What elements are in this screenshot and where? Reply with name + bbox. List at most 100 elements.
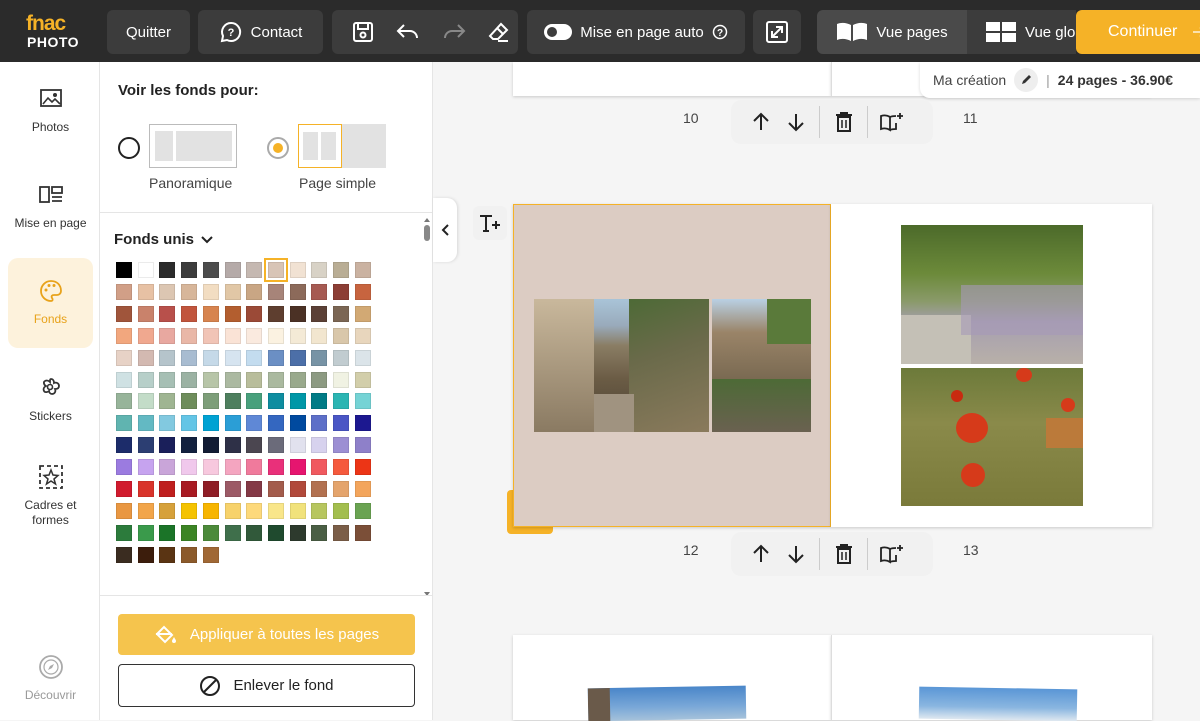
color-swatch[interactable] — [224, 459, 241, 476]
color-swatch[interactable] — [181, 437, 198, 454]
undo-icon[interactable] — [396, 23, 420, 41]
color-swatch[interactable] — [333, 415, 349, 432]
color-swatch[interactable] — [202, 283, 219, 300]
color-swatch[interactable] — [181, 349, 198, 366]
add-page-button[interactable] — [874, 532, 909, 576]
color-swatch[interactable] — [181, 327, 198, 344]
color-swatch[interactable] — [137, 415, 154, 432]
color-swatch[interactable] — [354, 327, 371, 344]
color-swatch[interactable] — [333, 283, 349, 300]
color-swatch[interactable] — [263, 258, 288, 282]
color-swatch[interactable] — [224, 415, 241, 432]
rail-item-stickers[interactable]: Stickers — [8, 375, 93, 424]
color-swatch[interactable] — [137, 524, 154, 541]
color-swatch[interactable] — [267, 502, 284, 519]
color-swatch[interactable] — [289, 349, 306, 366]
color-swatch[interactable] — [246, 371, 263, 388]
color-swatch[interactable] — [137, 437, 154, 454]
color-swatch[interactable] — [333, 459, 349, 476]
color-swatch[interactable] — [224, 349, 241, 366]
page-10[interactable] — [513, 62, 831, 96]
color-swatch[interactable] — [116, 459, 132, 476]
color-swatch[interactable] — [311, 437, 328, 454]
color-swatch[interactable] — [202, 502, 219, 519]
color-swatch[interactable] — [354, 415, 371, 432]
color-swatch[interactable] — [311, 327, 328, 344]
color-swatch[interactable] — [224, 524, 241, 541]
color-swatch[interactable] — [202, 349, 219, 366]
color-swatch[interactable] — [159, 371, 176, 388]
color-swatch[interactable] — [311, 371, 328, 388]
color-swatch[interactable] — [354, 459, 371, 476]
color-swatch[interactable] — [202, 371, 219, 388]
photo-sky-left[interactable] — [587, 685, 747, 721]
apply-all-pages-button[interactable]: Appliquer à toutes les pages — [118, 614, 415, 655]
quit-button[interactable]: Quitter — [107, 10, 190, 54]
page-12[interactable] — [513, 204, 831, 527]
color-swatch[interactable] — [289, 305, 306, 322]
color-swatch[interactable] — [224, 371, 241, 388]
color-swatch[interactable] — [137, 283, 154, 300]
color-swatch[interactable] — [333, 524, 349, 541]
color-swatch[interactable] — [159, 437, 176, 454]
color-swatch[interactable] — [116, 415, 132, 432]
color-swatch[interactable] — [137, 327, 154, 344]
color-swatch[interactable] — [181, 305, 198, 322]
single-page-thumbnail[interactable] — [298, 124, 386, 168]
color-swatch[interactable] — [267, 305, 284, 322]
color-swatch[interactable] — [267, 327, 284, 344]
color-swatch[interactable] — [246, 305, 263, 322]
fnac-photo-logo[interactable]: fnac PHOTO — [26, 13, 86, 51]
color-swatch[interactable] — [289, 327, 306, 344]
color-swatch[interactable] — [181, 481, 198, 497]
photo-lavender-hillside[interactable] — [901, 225, 1083, 364]
color-swatch[interactable] — [267, 459, 284, 476]
color-swatch[interactable] — [311, 415, 328, 432]
color-swatch[interactable] — [116, 262, 132, 278]
color-swatch[interactable] — [333, 393, 349, 410]
color-swatch[interactable] — [267, 524, 284, 541]
save-icon[interactable] — [352, 21, 374, 43]
color-swatch[interactable] — [246, 349, 263, 366]
color-swatch[interactable] — [137, 393, 154, 410]
color-swatch[interactable] — [246, 327, 263, 344]
color-swatch[interactable] — [137, 349, 154, 366]
color-swatch[interactable] — [116, 327, 132, 344]
photo-sky-right[interactable] — [918, 686, 1078, 721]
color-swatch[interactable] — [246, 502, 263, 519]
color-swatch[interactable] — [354, 393, 371, 410]
color-swatch[interactable] — [289, 262, 306, 278]
color-swatch[interactable] — [311, 459, 328, 476]
color-swatch[interactable] — [202, 327, 219, 344]
color-swatch[interactable] — [289, 393, 306, 410]
auto-layout-toggle[interactable]: Mise en page auto ? — [527, 10, 745, 54]
color-swatch[interactable] — [181, 459, 198, 476]
color-swatch[interactable] — [159, 305, 176, 322]
view-pages-button[interactable]: Vue pages — [817, 10, 967, 54]
color-swatch[interactable] — [246, 283, 263, 300]
color-swatch[interactable] — [311, 349, 328, 366]
color-swatch[interactable] — [311, 305, 328, 322]
color-swatch[interactable] — [246, 262, 263, 278]
color-swatch[interactable] — [116, 437, 132, 454]
add-text-button[interactable] — [473, 206, 507, 240]
color-swatch[interactable] — [224, 502, 241, 519]
color-swatch[interactable] — [311, 393, 328, 410]
fullscreen-button[interactable] — [753, 10, 801, 54]
color-swatch[interactable] — [246, 524, 263, 541]
color-swatch[interactable] — [224, 262, 241, 278]
color-swatch[interactable] — [311, 262, 328, 278]
continue-button[interactable]: Continuer — [1076, 10, 1200, 54]
color-swatch[interactable] — [333, 327, 349, 344]
color-swatch[interactable] — [181, 546, 198, 563]
color-swatch[interactable] — [159, 393, 176, 410]
color-swatch[interactable] — [311, 481, 328, 497]
radio-panoramic[interactable] — [118, 137, 140, 159]
color-swatch[interactable] — [289, 481, 306, 497]
color-swatch[interactable] — [137, 262, 154, 278]
color-swatch[interactable] — [116, 393, 132, 410]
color-swatch[interactable] — [267, 481, 284, 497]
color-swatch[interactable] — [311, 283, 328, 300]
color-swatch[interactable] — [202, 305, 219, 322]
color-swatch[interactable] — [181, 524, 198, 541]
